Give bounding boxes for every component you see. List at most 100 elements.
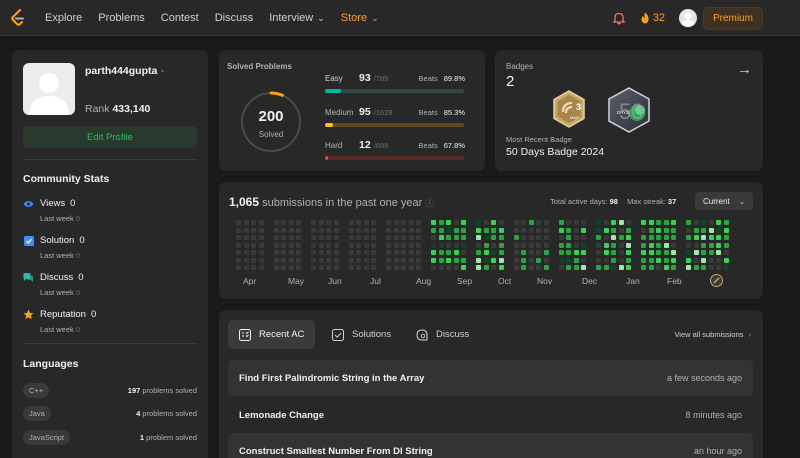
heatmap-cell[interactable] [603, 257, 609, 263]
heatmap-cell[interactable] [318, 265, 324, 270]
heatmap-cell[interactable] [581, 257, 586, 263]
heatmap-cell[interactable] [453, 257, 459, 263]
heatmap-cell[interactable] [296, 220, 301, 225]
heatmap-cell[interactable] [431, 242, 436, 248]
heatmap-cell[interactable] [716, 265, 721, 270]
heatmap-cell[interactable] [236, 257, 241, 263]
heatmap-cell[interactable] [573, 242, 579, 248]
heatmap-cell[interactable] [521, 257, 526, 263]
heatmap-cell[interactable] [693, 235, 699, 240]
heatmap-cell[interactable] [251, 242, 256, 248]
heatmap-cell[interactable] [288, 265, 294, 270]
heatmap-cell[interactable] [723, 257, 729, 263]
heatmap-cell[interactable] [243, 220, 249, 225]
heatmap-cell[interactable] [386, 242, 391, 248]
heatmap-cell[interactable] [701, 227, 706, 233]
heatmap-cell[interactable] [401, 242, 406, 248]
heatmap-cell[interactable] [558, 220, 564, 225]
heatmap-cell[interactable] [453, 265, 459, 270]
heatmap-cell[interactable] [491, 242, 496, 248]
heatmap-cell[interactable] [528, 220, 534, 225]
heatmap-cell[interactable] [626, 227, 631, 233]
heatmap-cell[interactable] [296, 242, 301, 248]
heatmap-cell[interactable] [476, 242, 481, 248]
heatmap-cell[interactable] [663, 265, 669, 270]
heatmap-cell[interactable] [498, 235, 504, 240]
heatmap-cell[interactable] [461, 220, 466, 225]
submission-row[interactable]: Find First Palindromic String in the Arr… [228, 360, 753, 396]
heatmap-cell[interactable] [686, 220, 691, 225]
heatmap-cell[interactable] [393, 265, 399, 270]
heatmap-cell[interactable] [446, 227, 451, 233]
heatmap-cell[interactable] [611, 235, 616, 240]
heatmap-cell[interactable] [476, 235, 481, 240]
heatmap-cell[interactable] [281, 227, 286, 233]
heatmap-cell[interactable] [333, 227, 339, 233]
heatmap-cell[interactable] [611, 220, 616, 225]
heatmap-cell[interactable] [596, 227, 601, 233]
heatmap-cell[interactable] [701, 265, 706, 270]
heatmap-cell[interactable] [723, 220, 729, 225]
heatmap-cell[interactable] [236, 227, 241, 233]
heatmap-cell[interactable] [566, 220, 571, 225]
heatmap-cell[interactable] [326, 250, 331, 255]
heatmap-cell[interactable] [461, 242, 466, 248]
heatmap-cell[interactable] [273, 242, 279, 248]
heatmap-cell[interactable] [566, 257, 571, 263]
heatmap-cell[interactable] [296, 257, 301, 263]
heatmap-cell[interactable] [618, 250, 624, 255]
heatmap-cell[interactable] [371, 265, 376, 270]
heatmap-cell[interactable] [611, 265, 616, 270]
heatmap-cell[interactable] [513, 257, 519, 263]
heatmap-cell[interactable] [453, 250, 459, 255]
tab-discuss[interactable]: Discuss [405, 320, 480, 349]
heatmap-cell[interactable] [393, 257, 399, 263]
heatmap-cell[interactable] [723, 250, 729, 255]
heatmap-cell[interactable] [386, 250, 391, 255]
heatmap-cell[interactable] [498, 242, 504, 248]
nav-explore[interactable]: Explore [45, 12, 82, 24]
heatmap-cell[interactable] [483, 250, 489, 255]
heatmap-cell[interactable] [566, 265, 571, 270]
heatmap-cell[interactable] [716, 250, 721, 255]
heatmap-cell[interactable] [236, 265, 241, 270]
heatmap-cell[interactable] [431, 235, 436, 240]
heatmap-cell[interactable] [626, 265, 631, 270]
heatmap-cell[interactable] [603, 250, 609, 255]
heatmap-cell[interactable] [596, 242, 601, 248]
heatmap-cell[interactable] [626, 235, 631, 240]
heatmap-cell[interactable] [251, 265, 256, 270]
heatmap-cell[interactable] [558, 250, 564, 255]
heatmap-cell[interactable] [431, 257, 436, 263]
heatmap-cell[interactable] [536, 265, 541, 270]
heatmap-cell[interactable] [513, 220, 519, 225]
heatmap-cell[interactable] [281, 257, 286, 263]
heatmap-cell[interactable] [536, 227, 541, 233]
heatmap-cell[interactable] [446, 257, 451, 263]
streak-counter[interactable]: 32 [640, 12, 665, 24]
heatmap-cell[interactable] [611, 227, 616, 233]
heatmap-cell[interactable] [498, 265, 504, 270]
heatmap-cell[interactable] [701, 220, 706, 225]
heatmap-cell[interactable] [251, 227, 256, 233]
nav-discuss[interactable]: Discuss [215, 12, 254, 24]
heatmap-cell[interactable] [296, 235, 301, 240]
heatmap-cell[interactable] [288, 220, 294, 225]
heatmap-cell[interactable] [603, 235, 609, 240]
heatmap-cell[interactable] [296, 265, 301, 270]
heatmap-cell[interactable] [438, 250, 444, 255]
heatmap-cell[interactable] [558, 242, 564, 248]
heatmap-cell[interactable] [708, 257, 714, 263]
heatmap-cell[interactable] [491, 265, 496, 270]
heatmap-cell[interactable] [618, 227, 624, 233]
heatmap-cell[interactable] [318, 220, 324, 225]
heatmap-cell[interactable] [288, 235, 294, 240]
heatmap-cell[interactable] [708, 242, 714, 248]
heatmap-cell[interactable] [603, 265, 609, 270]
heatmap-cell[interactable] [573, 257, 579, 263]
heatmap-cell[interactable] [363, 242, 369, 248]
heatmap-cell[interactable] [288, 250, 294, 255]
heatmap-cell[interactable] [333, 257, 339, 263]
heatmap-cell[interactable] [543, 242, 549, 248]
heatmap-cell[interactable] [438, 235, 444, 240]
